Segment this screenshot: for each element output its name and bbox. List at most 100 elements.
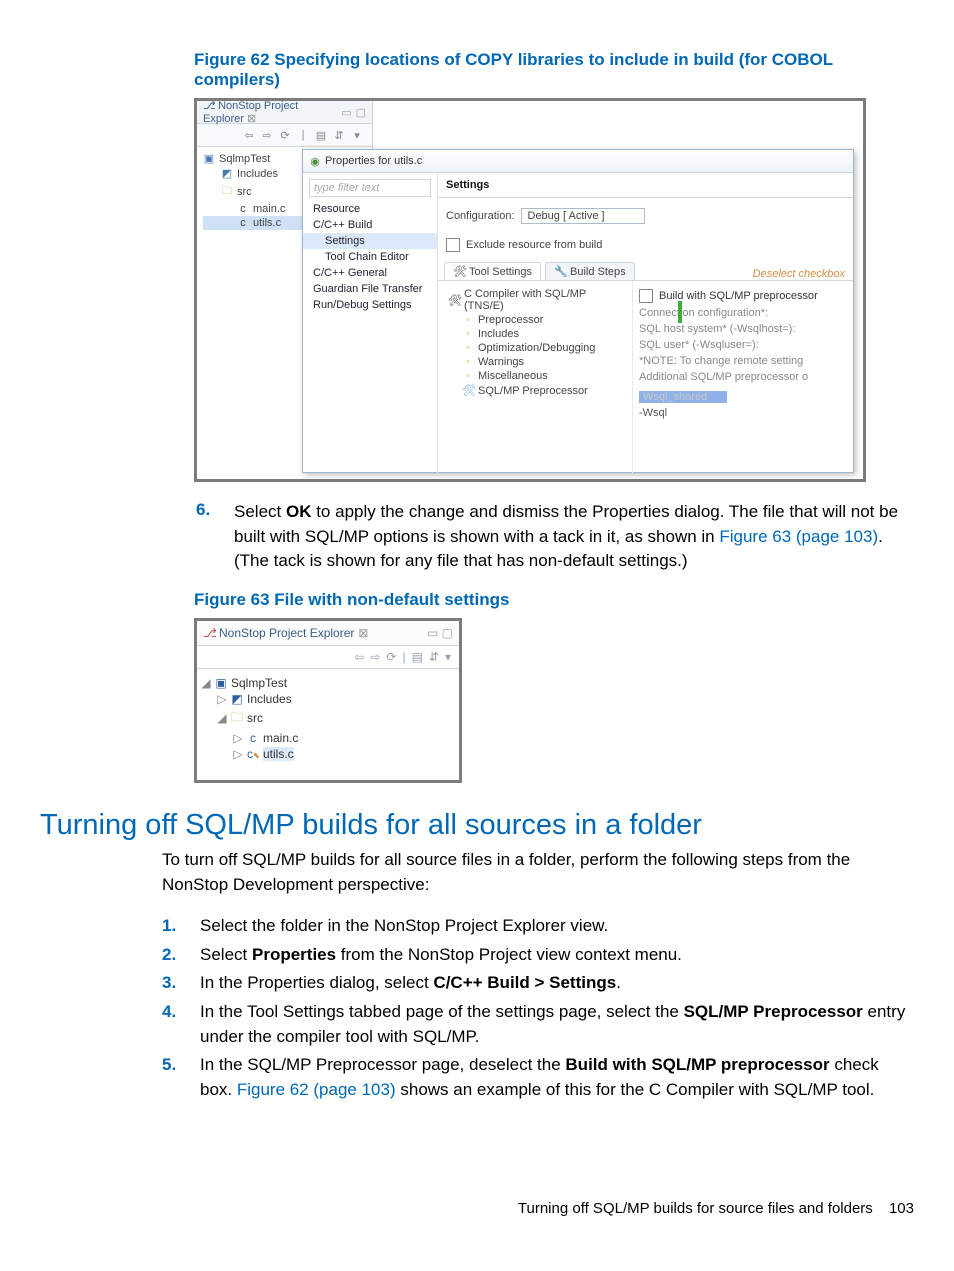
cfile-icon: c xyxy=(237,217,249,229)
figure63-link[interactable]: Figure 63 (page 103) xyxy=(719,527,878,546)
minimize-icon: ▭ xyxy=(341,107,351,119)
fig62-exclude-checkbox[interactable] xyxy=(446,238,460,252)
props-icon: ◉ xyxy=(309,155,321,168)
fig62-config-combo[interactable]: Debug [ Active ] xyxy=(521,208,645,224)
fig62-explorer-title: ⎇ NonStop Project Explorer ⊠ xyxy=(203,99,337,125)
menu-icon: ▾ xyxy=(350,128,364,142)
compiler-icon: 🛠 xyxy=(448,294,460,307)
fig63-winicons: ▭ ▢ xyxy=(427,626,453,640)
ok-label: OK xyxy=(286,502,312,521)
leaf-icon: ◦ xyxy=(462,356,474,368)
fig62-buildwith-checkbox[interactable] xyxy=(639,289,653,303)
figure62-image: ⎇ NonStop Project Explorer ⊠ ▭▢ ⇦ ⇨ ⟳ | … xyxy=(194,98,866,482)
maximize-icon: ▢ xyxy=(356,107,366,119)
fig62-tab-steps[interactable]: 🔧Build Steps xyxy=(545,262,635,280)
fig62-conncfg-label: Connection configuration*: xyxy=(639,305,847,321)
project-icon: ▣ xyxy=(203,152,215,165)
fig62-exclude-row: Exclude resource from build xyxy=(438,228,853,262)
cfile-icon: c xyxy=(237,203,249,215)
leaf-icon: ◦ xyxy=(462,342,474,354)
fig62-nav-guardian[interactable]: Guardian File Transfer xyxy=(303,281,437,297)
leaf-icon: ◦ xyxy=(462,370,474,382)
fig62-deselect-annotation: Deselect checkbox xyxy=(753,266,853,280)
fig62-form: Build with SQL/MP preprocessor Connectio… xyxy=(632,281,853,473)
back-icon: ⇦ xyxy=(354,650,364,664)
fig62-note-label: *NOTE: To change remote setting xyxy=(639,353,847,369)
collapse-icon: ▤ xyxy=(412,650,423,664)
fig62-buildwith-label: Build with SQL/MP preprocessor xyxy=(659,290,818,302)
fwd-icon: ⇨ xyxy=(370,650,380,664)
fig62-dialog-title: ◉ Properties for utils.c xyxy=(303,150,853,173)
fig63-toolbar: ⇦ ⇨ ⟳ | ▤ ⇵ ▾ xyxy=(197,646,459,669)
link-icon: ⇵ xyxy=(429,650,439,664)
up-icon: ⟳ xyxy=(386,650,396,664)
section-heading: Turning off SQL/MP builds for all source… xyxy=(40,809,914,842)
step-6-num: 6. xyxy=(196,500,234,574)
leaf-icon: ◦ xyxy=(462,314,474,326)
includes-icon: ◩ xyxy=(231,692,243,706)
footer-text: Turning off SQL/MP builds for source fil… xyxy=(518,1200,873,1217)
fig62-nav-rundebug[interactable]: Run/Debug Settings xyxy=(303,297,437,313)
ns-icon: ⎇ xyxy=(203,99,215,112)
figure63-caption: Figure 63 File with non-default settings xyxy=(194,590,914,610)
folder-step-2: 2. Select Properties from the NonStop Pr… xyxy=(162,943,914,968)
leaf-icon: 🛠 xyxy=(462,384,474,397)
fig62-nav-resource[interactable]: Resource xyxy=(303,201,437,217)
folder-step-5: 5. In the SQL/MP Preprocessor page, dese… xyxy=(162,1053,914,1102)
fig62-nav-general[interactable]: C/C++ General xyxy=(303,265,437,281)
fig62-config-row: Configuration: Debug [ Active ] xyxy=(438,198,853,228)
home-icon: ⟳ xyxy=(278,128,292,142)
fig62-annotation-arrow xyxy=(678,301,682,323)
folder-icon: 🗀 xyxy=(231,708,243,729)
cfile-tack-icon: c⬉ xyxy=(247,747,259,761)
ns-icon: ⎇ xyxy=(203,626,215,640)
collapse-icon: ▤ xyxy=(314,128,328,142)
cfile-icon: c xyxy=(247,731,259,745)
fig62-properties-dialog: ◉ Properties for utils.c type filter tex… xyxy=(302,149,854,473)
page-footer: Turning off SQL/MP builds for source fil… xyxy=(518,1200,914,1217)
footer-pagenum: 103 xyxy=(889,1200,914,1217)
includes-icon: ◩ xyxy=(221,167,233,180)
divider-icon: | xyxy=(296,128,310,142)
fig63-tree: ◢▣SqlmpTest ▷◩Includes ◢🗀src ▷cmain.c ▷c… xyxy=(197,669,459,768)
fig62-tab-tool[interactable]: 🛠Tool Settings xyxy=(444,262,541,280)
fig62-filter-input[interactable]: type filter text xyxy=(309,179,431,197)
folder-step-1: 1. Select the folder in the NonStop Proj… xyxy=(162,914,914,939)
folder-step-4: 4. In the Tool Settings tabbed page of t… xyxy=(162,1000,914,1049)
back-icon: ⇦ xyxy=(242,128,256,142)
menu-icon: ▾ xyxy=(445,650,451,664)
fig62-wsql-label: -Wsql xyxy=(639,405,847,421)
fig62-explorer-winicons: ▭▢ xyxy=(337,106,366,119)
fig62-nav-build[interactable]: C/C++ Build xyxy=(303,217,437,233)
fig62-nav-toolchain[interactable]: Tool Chain Editor xyxy=(303,249,437,265)
fig62-sqlhost-label: SQL host system* (-Wsqlhost=): xyxy=(639,321,847,337)
fig62-sqluser-label: SQL user* (-Wsqluser=): xyxy=(639,337,847,353)
step-6: 6. Select OK to apply the change and dis… xyxy=(196,500,914,574)
fig62-explorer-tabrow: ⎇ NonStop Project Explorer ⊠ ▭▢ xyxy=(197,101,372,124)
fig62-nav-settings[interactable]: Settings xyxy=(303,233,437,249)
fwd-icon: ⇨ xyxy=(260,128,274,142)
figure62-link[interactable]: Figure 62 (page 103) xyxy=(237,1080,396,1099)
steps-icon: 🔧 xyxy=(554,265,566,278)
fig63-title: ⎇ NonStop Project Explorer ⊠ xyxy=(203,626,368,640)
section-intro: To turn off SQL/MP builds for all source… xyxy=(162,848,914,897)
folder-icon: 🗀 xyxy=(221,182,233,201)
fig62-nav: type filter text Resource C/C++ Build Se… xyxy=(303,173,438,473)
fig62-exclude-label: Exclude resource from build xyxy=(466,239,602,251)
wrench-icon: 🛠 xyxy=(453,265,465,278)
project-icon: ▣ xyxy=(215,676,227,690)
figure63-image: ⎇ NonStop Project Explorer ⊠ ▭ ▢ ⇦ ⇨ ⟳ |… xyxy=(194,618,462,783)
fig62-explorer-toolbar: ⇦ ⇨ ⟳ | ▤ ⇵ ▾ xyxy=(197,124,372,147)
fig62-addl-label: Additional SQL/MP preprocessor o xyxy=(639,369,847,385)
fig62-mainpane: Settings Configuration: Debug [ Active ]… xyxy=(438,173,853,473)
link-icon: ⇵ xyxy=(332,128,346,142)
folder-step-3: 3. In the Properties dialog, select C/C+… xyxy=(162,971,914,996)
figure62-caption: Figure 62 Specifying locations of COPY l… xyxy=(194,50,914,90)
fig62-page-title: Settings xyxy=(438,173,853,198)
fig62-wsql-badge: Wsql_shared xyxy=(639,391,727,403)
leaf-icon: ◦ xyxy=(462,328,474,340)
fig63-utils-selected: utils.c xyxy=(263,747,294,761)
fig62-config-label: Configuration: xyxy=(446,210,515,222)
fig62-tabs: 🛠Tool Settings 🔧Build Steps Deselect che… xyxy=(438,262,853,281)
fig62-tooltree: 🛠C Compiler with SQL/MP (TNS/E) ◦Preproc… xyxy=(438,281,632,473)
